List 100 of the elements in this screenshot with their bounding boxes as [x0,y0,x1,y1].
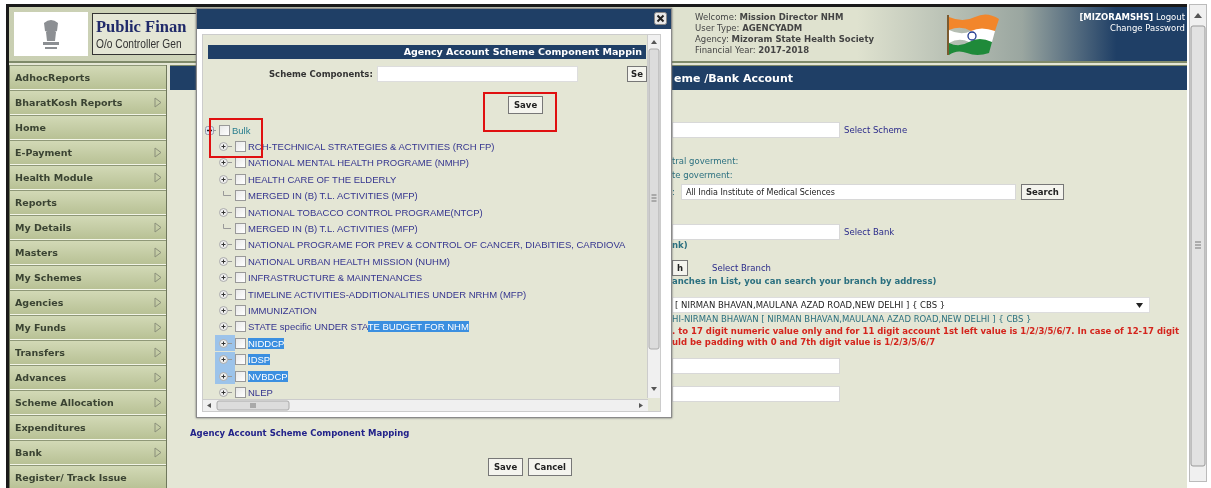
input-field[interactable] [672,386,840,402]
sidebar-item[interactable]: Expenditures [10,415,166,440]
input-field[interactable] [672,224,840,240]
scrollbar-drawing[interactable] [1189,4,1207,482]
checkbox[interactable] [235,272,246,284]
tree-item-label[interactable]: TIMELINE ACTIVITIES-ADDITIONALITIES UNDER NRHM (MFP) [248,288,527,300]
checkbox[interactable] [235,337,246,349]
expand-icon[interactable] [218,174,232,184]
checkbox[interactable] [235,239,246,251]
error-message: uld be padding with 0 and 7th digit value is 1/2/3/5/6/7 [672,337,936,348]
tree-item-label[interactable]: INFRASTRUCTURE & MAINTENANCES [248,272,423,284]
sidebar-item[interactable]: Register/ Track Issue [10,465,166,488]
sidebar-item[interactable]: My Funds [10,315,166,340]
checkbox[interactable] [219,124,230,136]
site-subtitle: O/o Controller Gen [96,37,183,51]
sidebar-item[interactable]: Health Module [10,165,166,190]
tree-item-label[interactable]: NATIONAL MENTAL HEALTH PROGRAME (NMHP) [248,157,469,169]
username-text: [MIZORAMSHS] [1079,12,1154,22]
sidebar-item[interactable]: Advances [10,365,166,390]
change-password-link[interactable]: Change Password [1110,23,1185,33]
save-button[interactable]: Save [488,458,524,476]
flag-icon [945,13,1001,57]
sidebar-item[interactable]: Transfers [10,340,166,365]
checkbox[interactable] [235,190,246,202]
sidebar-item[interactable]: Bank [10,440,166,465]
checkbox[interactable] [235,354,246,366]
expand-icon[interactable] [218,355,232,365]
expand-icon[interactable] [218,273,232,283]
checkbox[interactable] [235,141,246,153]
checkbox[interactable] [235,157,246,169]
branch-info-text: HI-NIRMAN BHAWAN [ NIRMAN BHAVAN,MAULANA AZAD ROAD,NEW DELHI ] { CBS } [672,314,1032,325]
expand-icon[interactable] [218,338,232,348]
expand-icon[interactable] [218,306,232,315]
sidebar-item[interactable]: Scheme Allocation [10,390,166,415]
checkbox[interactable] [235,255,246,267]
tree-item-label[interactable]: Bulk [232,124,251,136]
expand-icon[interactable] [218,289,232,299]
expand-icon[interactable] [218,240,232,250]
close-icon[interactable] [654,12,667,25]
expand-icon[interactable] [218,387,232,397]
input-field[interactable] [672,358,840,374]
select-link[interactable]: Select Scheme [844,124,908,136]
tree-item-label[interactable]: IMMUNIZATION [248,305,317,316]
tree-item-label[interactable]: MERGED IN (B) T.L. ACTIVITIES (MFP) [248,190,418,202]
expand-icon[interactable] [218,322,232,332]
sidebar-item[interactable]: My Schemes [10,265,166,290]
user-info-text: Welcome: Mission Director NHM [695,12,845,23]
sidebar-item[interactable]: BharatKosh Reports [10,90,166,115]
search-button[interactable]: h [672,260,689,276]
vertical-scrollbar[interactable] [647,35,660,398]
checkbox[interactable] [235,321,246,333]
field-label: Scheme Components: [269,69,373,79]
sidebar-item[interactable]: Home [10,115,166,140]
cancel-button[interactable]: Cancel [528,458,572,476]
checkbox[interactable] [235,173,246,185]
user-info-text: User Type: AGENCYADM [695,23,804,34]
tree-item-label[interactable]: NLEP [248,386,273,398]
field-label: tral goverment: [672,156,739,167]
expand-icon[interactable] [218,256,232,266]
dropdown-caret-icon [1136,302,1143,308]
user-info-text: Financial Year: 2017-2018 [695,45,811,56]
input-field[interactable] [672,122,840,138]
checkbox[interactable] [235,305,246,316]
sidebar-item[interactable]: AdhocReports [10,65,166,90]
checkbox[interactable] [235,288,246,300]
sidebar-item[interactable]: Agencies [10,290,166,315]
horizontal-scrollbar[interactable] [203,399,648,411]
mapping-link[interactable]: Agency Account Scheme Component Mapping [190,428,410,438]
dialog-heading: Agency Account Scheme Component Mappin [208,45,646,59]
tree-toggle-icon[interactable] [205,125,216,135]
select-link[interactable]: Select Bank [844,226,895,238]
tree-item-label[interactable]: NATIONAL TOBACCO CONTROL PROGRAME(NTCP) [248,206,483,218]
field-label: te goverment: [672,170,733,181]
expand-icon[interactable] [218,158,232,168]
tree-item-label[interactable]: HEALTH CARE OF THE ELDERLY [248,173,397,185]
tree-item-label[interactable]: NATIONAL URBAN HEALTH MISSION (NUHM) [248,255,450,267]
field-label: : [672,186,675,198]
sidebar-item[interactable]: Masters [10,240,166,265]
error-message: . to 17 digit numeric value only and for 11 digit account 1st left value is 1/2/3/5/6/7. In case of 12-17 digit [672,326,1179,337]
checkbox[interactable] [235,386,246,398]
save-button[interactable]: Save [508,96,544,114]
checkbox[interactable] [235,223,246,235]
checkbox[interactable] [235,206,246,218]
expand-icon[interactable] [218,142,232,152]
scheme-components-field[interactable] [376,66,579,82]
expand-icon[interactable] [218,371,232,381]
logout-link[interactable]: Logout [1155,12,1185,22]
expand-icon[interactable] [218,207,232,217]
search-button[interactable]: Search [1020,184,1064,200]
select-link[interactable]: Select Branch [712,262,771,274]
tree-item-label[interactable]: MERGED IN (B) T.L. ACTIVITIES (MFP) [248,223,418,235]
branch-dropdown[interactable]: [ NIRMAN BHAVAN,MAULANA AZAD ROAD,NEW DELHI ] { CBS } [672,297,1150,313]
tree-item-label[interactable]: NATIONAL PROGRAME FOR PREV & CONTROL OF CANCER, DIABITIES, CARDIOVA [248,239,626,251]
input-field[interactable]: All India Institute of Medical Sciences [680,184,1016,200]
sidebar-item[interactable]: Reports [10,190,166,215]
sidebar-item[interactable]: My Details [10,215,166,240]
hint-text: nk) [672,240,688,251]
sidebar-item[interactable]: E-Payment [10,140,166,165]
search-button[interactable]: Se [627,66,647,82]
checkbox[interactable] [235,370,246,382]
